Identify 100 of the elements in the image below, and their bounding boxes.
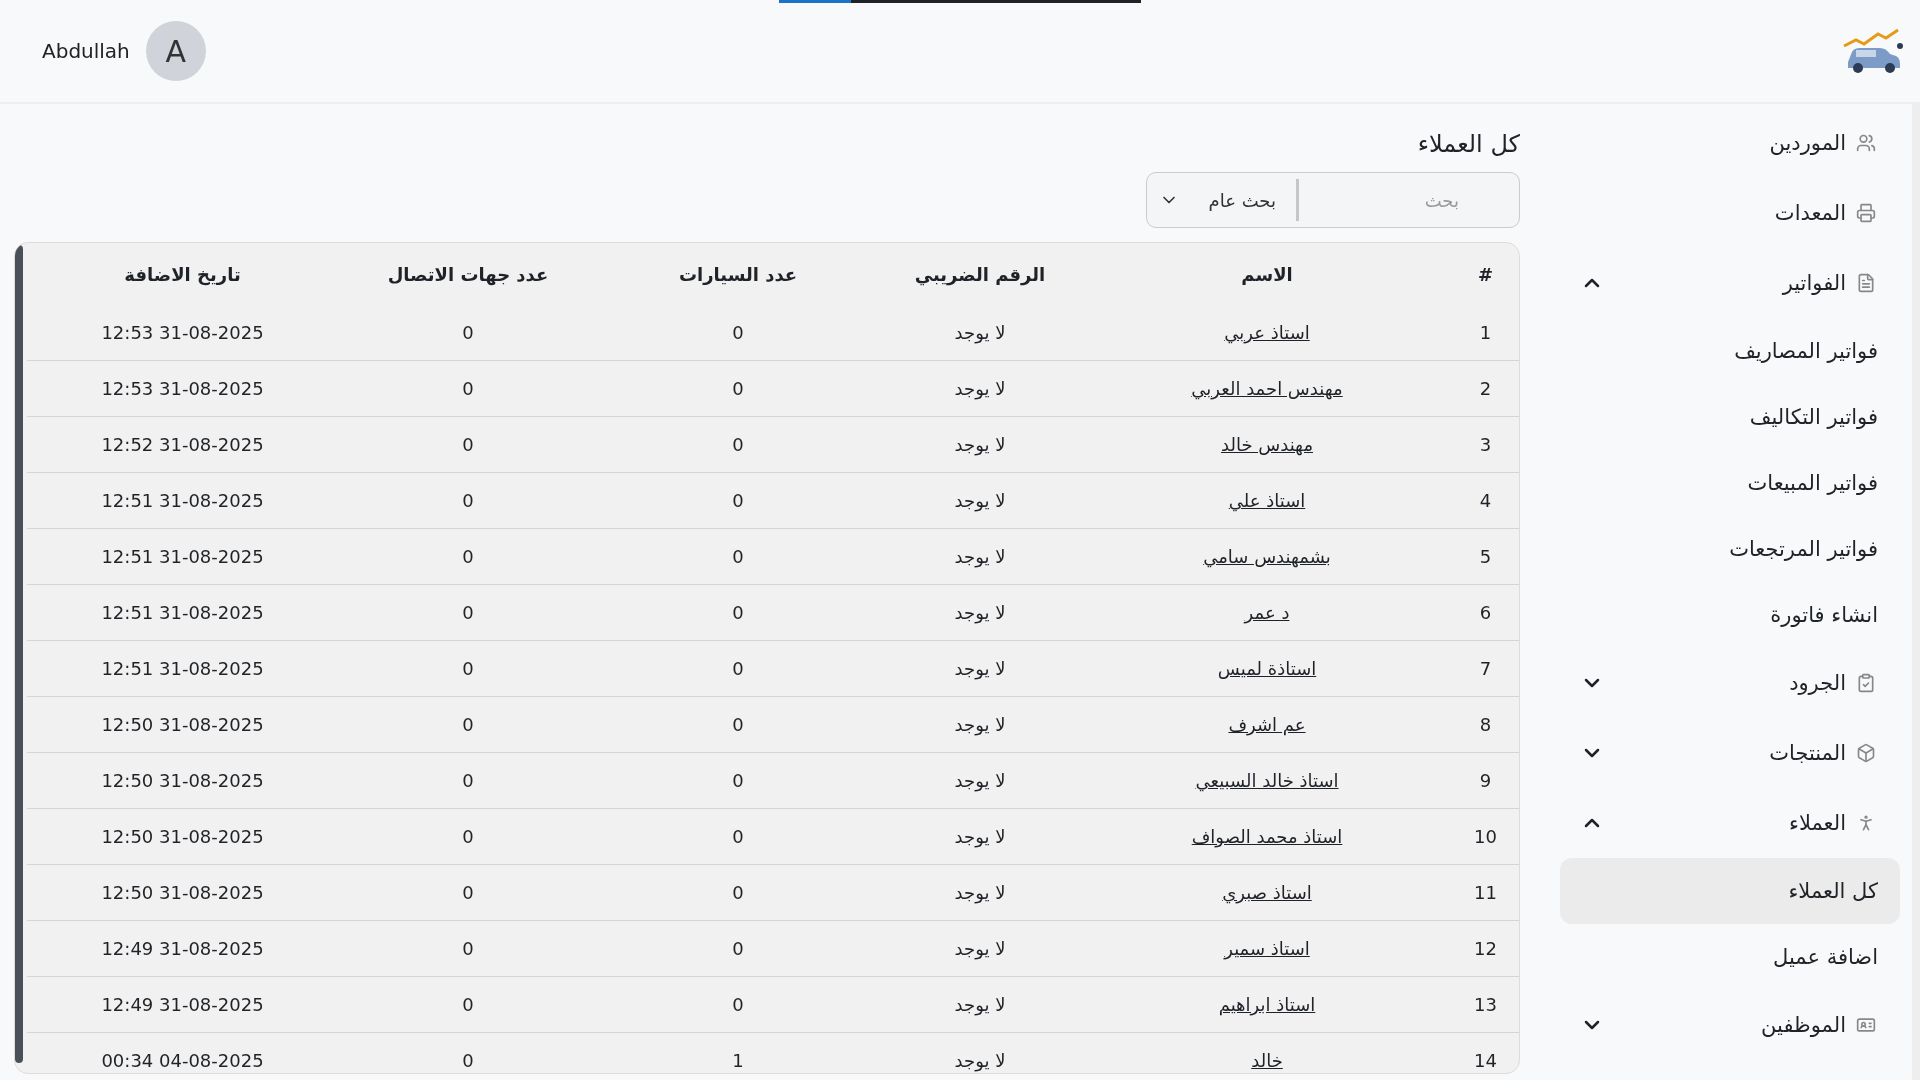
sidebar-subitem[interactable]: انشاء فاتورة [1560,582,1900,648]
table-cell: 12:51 31-08-2025 [101,602,264,623]
sidebar-icon [1856,133,1876,153]
sidebar-label: المنتجات [1768,741,1846,765]
table-cell: 0 [462,938,474,959]
row-number: 12 [1474,938,1497,959]
sidebar-group[interactable]: العملاء [1560,788,1900,858]
table-cell: 12:51 31-08-2025 [101,546,264,567]
table-cell: لا يوجد [954,938,1006,959]
sidebar-icon [1856,743,1876,763]
table-cell: 0 [462,882,474,903]
row-number: 2 [1479,378,1492,399]
sidebar-subitem[interactable]: فواتير المرتجعات [1560,516,1900,582]
column-header: الرقم الضريبي [914,263,1046,285]
table-cell: 12:50 31-08-2025 [101,714,264,735]
table-cell: 0 [732,882,744,903]
customer-name-link[interactable]: استاذ ابراهيم [1218,994,1316,1015]
sidebar-icon [1856,673,1876,693]
sidebar-subitem[interactable]: فواتير التكاليف [1560,384,1900,450]
search-scope-dropdown[interactable]: بحث عام [1147,173,1296,227]
table-cell: 0 [732,602,744,623]
customer-name-link[interactable]: مهندس احمد العربي [1191,378,1343,399]
sidebar-subitem[interactable]: فواتير المصاريف [1560,318,1900,384]
table-cell: 0 [462,1050,474,1071]
table-cell: لا يوجد [954,434,1006,455]
column-header: عدد جهات الاتصال [387,263,549,285]
sidebar-label: الفواتير [1781,271,1846,295]
table-cell: 12:49 31-08-2025 [101,938,264,959]
sidebar-group[interactable]: المنتجات [1560,718,1900,788]
customer-name-link[interactable]: استاذ خالد السبيعي [1195,770,1339,791]
table-cell: 0 [732,546,744,567]
customer-name-link[interactable]: استاذ سمير [1224,938,1310,959]
page-title: كل العملاء [1416,130,1520,158]
car-logo [1842,28,1906,74]
search-field[interactable]: بحث [1299,189,1519,211]
table-cell: لا يوجد [954,1050,1006,1071]
table-cell: لا يوجد [954,658,1006,679]
row-number: 11 [1474,882,1497,903]
sidebar-icon [1856,273,1876,293]
customer-name-link[interactable]: استاذ محمد الصواف [1191,826,1343,847]
sidebar-label: الموردين [1768,131,1846,155]
table-cell: 0 [462,602,474,623]
customer-name-link[interactable]: د عمر [1244,602,1290,623]
sidebar-item[interactable]: الموردين [1560,108,1900,178]
row-number: 4 [1479,490,1492,511]
scrollbar[interactable] [15,245,23,1063]
sidebar-item[interactable]: المعدات [1560,178,1900,248]
table-cell: لا يوجد [954,322,1006,343]
table-cell: لا يوجد [954,546,1006,567]
sidebar-label: العملاء [1788,811,1846,835]
customer-name-link[interactable]: استاذ عربي [1224,322,1310,343]
table-cell: 0 [462,378,474,399]
sidebar-subitem[interactable]: اضافة عميل [1560,924,1900,990]
customer-name-link[interactable]: استاذ علي [1228,490,1306,511]
table-cell: 00:34 04-08-2025 [101,1050,264,1071]
customer-name-link[interactable]: استاذة لميس [1217,658,1317,679]
table-cell: 0 [732,434,744,455]
column-header: عدد السيارات [678,263,798,285]
table-cell: 12:53 31-08-2025 [101,322,264,343]
sidebar-group[interactable]: الموظفين [1560,990,1900,1060]
sidebar-group[interactable]: الجرود [1560,648,1900,718]
table-cell: 12:50 31-08-2025 [101,770,264,791]
table-cell: 0 [732,490,744,511]
table-cell: 0 [732,994,744,1015]
customer-name-link[interactable]: بشمهندس سامي [1203,546,1331,567]
row-number: 10 [1474,826,1497,847]
table-cell: 0 [462,546,474,567]
table-cell: 0 [732,658,744,679]
table-cell: 0 [462,994,474,1015]
table-cell: 0 [462,322,474,343]
table-cell: 12:52 31-08-2025 [101,434,264,455]
table-cell: 12:49 31-08-2025 [101,994,264,1015]
row-number: 7 [1479,658,1492,679]
table-cell: لا يوجد [954,826,1006,847]
sidebar-group[interactable]: الفواتير [1560,248,1900,318]
sidebar-icon [1856,203,1876,223]
table-cell: 0 [732,826,744,847]
sidebar-subitem[interactable]: فواتير المبيعات [1560,450,1900,516]
customer-name-link[interactable]: خالد [1251,1050,1283,1071]
table-cell: لا يوجد [954,490,1006,511]
customer-name-link[interactable]: استاذ صبري [1222,882,1312,903]
customer-name-link[interactable]: مهندس خالد [1220,434,1314,455]
sidebar-icon [1856,1015,1876,1035]
user-avatar[interactable]: A [145,21,206,81]
table-cell: 0 [462,826,474,847]
table-cell: 0 [732,322,744,343]
table-cell: لا يوجد [954,994,1006,1015]
sidebar-label: الجرود [1788,671,1846,695]
table-cell: 1 [732,1050,744,1071]
row-number: 14 [1474,1050,1497,1071]
table-cell: 0 [732,938,744,959]
row-number: 8 [1479,714,1492,735]
table-cell: لا يوجد [954,770,1006,791]
sidebar-subitem[interactable]: كل العملاء [1560,858,1900,924]
sidebar-label: الموظفين [1760,1013,1846,1037]
customer-name-link[interactable]: عم اشرف [1228,714,1306,735]
row-number: 5 [1479,546,1492,567]
column-header: تاريخ الاضافة [124,263,241,285]
column-header: الاسم [1241,263,1293,285]
row-number: 13 [1474,994,1497,1015]
